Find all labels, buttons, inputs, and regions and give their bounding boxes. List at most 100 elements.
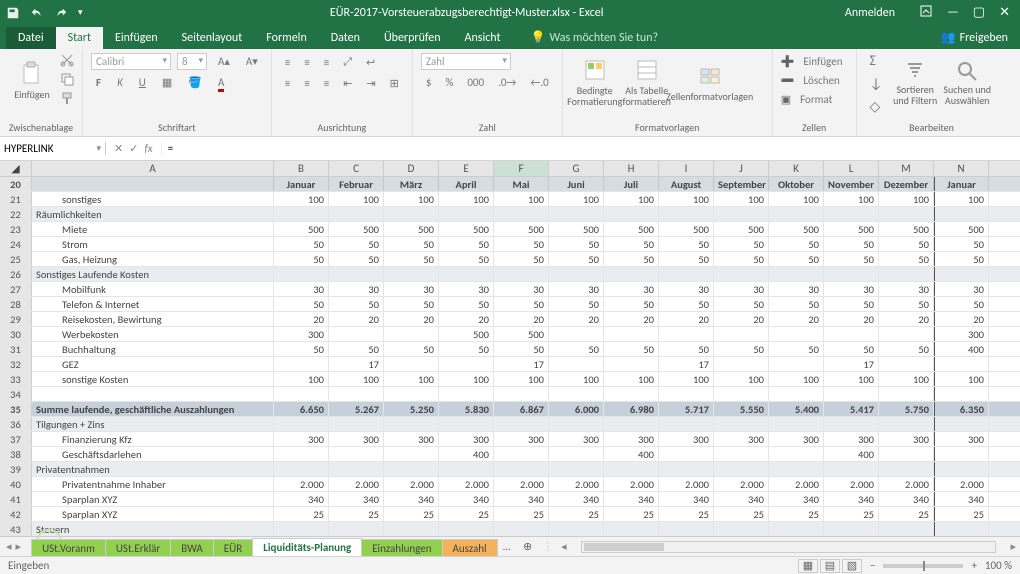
cell[interactable]: 400 xyxy=(604,447,659,461)
cell[interactable] xyxy=(384,207,439,221)
cell[interactable]: 50 xyxy=(934,252,989,266)
cell[interactable]: 50 xyxy=(879,297,934,311)
cell[interactable]: 100 xyxy=(439,192,494,206)
cell[interactable]: Strom xyxy=(32,237,274,251)
italic-button[interactable]: K xyxy=(112,74,128,91)
cell[interactable]: 340 xyxy=(494,492,549,506)
row-header[interactable]: 33 xyxy=(0,372,32,386)
cell[interactable] xyxy=(934,207,989,221)
cell[interactable]: 340 xyxy=(274,492,329,506)
cell[interactable] xyxy=(384,522,439,536)
cell[interactable]: 100 xyxy=(659,192,714,206)
cell[interactable]: 50 xyxy=(494,297,549,311)
cell[interactable] xyxy=(879,267,934,281)
minimize-icon[interactable]: — xyxy=(947,5,959,20)
align-middle-icon[interactable]: ≡ xyxy=(299,54,314,71)
sheet-nav-prev-icon[interactable]: ▸ xyxy=(16,540,22,553)
row-header[interactable]: 40 xyxy=(0,477,32,491)
enter-formula-icon[interactable]: ✓ xyxy=(129,142,138,155)
cell[interactable] xyxy=(384,417,439,431)
cell[interactable]: 500 xyxy=(934,222,989,236)
cell[interactable]: Privatentnahmen xyxy=(32,462,274,476)
cell[interactable]: 50 xyxy=(934,237,989,251)
col-header-D[interactable]: D xyxy=(384,161,439,176)
cell[interactable] xyxy=(384,267,439,281)
format-painter-icon[interactable] xyxy=(60,91,74,108)
cell[interactable]: 2.000 xyxy=(329,477,384,491)
cell[interactable]: Sparplan XYZ xyxy=(32,492,274,506)
cell[interactable]: 20 xyxy=(274,312,329,326)
cell[interactable] xyxy=(769,327,824,341)
cell[interactable]: 50 xyxy=(549,297,604,311)
font-name-select[interactable]: Calibri xyxy=(91,53,171,70)
increase-font-icon[interactable]: A▴ xyxy=(213,53,235,70)
cell[interactable] xyxy=(934,447,989,461)
cell[interactable] xyxy=(769,462,824,476)
col-header-I[interactable]: I xyxy=(659,161,714,176)
cell[interactable]: Gas, Heizung xyxy=(32,252,274,266)
tell-me-box[interactable]: 💡 Was möchten Sie tun? xyxy=(519,26,671,49)
sheet-tab-ust-erkl-r[interactable]: USt.Erklär xyxy=(105,539,171,557)
cell[interactable] xyxy=(659,462,714,476)
cell[interactable]: 340 xyxy=(384,492,439,506)
cell[interactable]: 100 xyxy=(329,372,384,386)
cell[interactable]: 6.650 xyxy=(274,402,329,416)
cell[interactable]: 50 xyxy=(769,297,824,311)
close-icon[interactable]: ✕ xyxy=(999,5,1010,20)
cell[interactable]: 50 xyxy=(769,252,824,266)
cell[interactable]: 5.400 xyxy=(769,402,824,416)
cell[interactable]: 500 xyxy=(879,222,934,236)
cell[interactable]: 50 xyxy=(274,237,329,251)
cell[interactable]: 50 xyxy=(879,252,934,266)
cell[interactable] xyxy=(549,522,604,536)
cell[interactable] xyxy=(714,462,769,476)
cell[interactable]: 25 xyxy=(769,507,824,521)
cell[interactable] xyxy=(659,327,714,341)
cell[interactable] xyxy=(604,267,659,281)
cell[interactable]: 17 xyxy=(659,357,714,371)
cell[interactable] xyxy=(549,462,604,476)
row-header[interactable]: 21 xyxy=(0,192,32,206)
cell[interactable]: 300 xyxy=(274,432,329,446)
new-sheet-icon[interactable]: ⊕ xyxy=(517,538,538,555)
cell[interactable] xyxy=(494,462,549,476)
cell[interactable]: 50 xyxy=(549,342,604,356)
percent-icon[interactable]: % xyxy=(440,74,458,91)
cell[interactable] xyxy=(879,357,934,371)
cell[interactable] xyxy=(274,387,329,401)
cell[interactable] xyxy=(879,327,934,341)
cell[interactable] xyxy=(439,462,494,476)
sheet-tab-einzahlungen[interactable]: Einzahlungen xyxy=(361,539,442,557)
cell[interactable]: 300 xyxy=(659,432,714,446)
tab-ansicht[interactable]: Ansicht xyxy=(453,27,513,49)
undo-icon[interactable] xyxy=(30,6,44,20)
col-header-H[interactable]: H xyxy=(604,161,659,176)
cell[interactable]: 50 xyxy=(494,252,549,266)
cell[interactable]: 100 xyxy=(659,372,714,386)
save-icon[interactable] xyxy=(6,6,20,20)
cell[interactable]: 50 xyxy=(769,237,824,251)
cell[interactable] xyxy=(494,447,549,461)
row-header[interactable]: 20 xyxy=(0,177,32,191)
cell[interactable]: 500 xyxy=(384,222,439,236)
cell[interactable] xyxy=(879,387,934,401)
cell[interactable] xyxy=(549,357,604,371)
cell[interactable]: 300 xyxy=(604,432,659,446)
cell[interactable]: 25 xyxy=(274,507,329,521)
cell[interactable]: 100 xyxy=(934,372,989,386)
sheet-tab-auszahl[interactable]: Auszahl xyxy=(442,539,498,557)
cell[interactable]: 25 xyxy=(659,507,714,521)
find-select-button[interactable]: Suchen und Auswählen xyxy=(943,60,991,106)
cell[interactable] xyxy=(604,327,659,341)
cell[interactable] xyxy=(329,462,384,476)
row-header[interactable]: 32 xyxy=(0,357,32,371)
cell[interactable]: 100 xyxy=(604,192,659,206)
cell[interactable]: 25 xyxy=(824,507,879,521)
zoom-out-icon[interactable]: − xyxy=(870,559,875,572)
cell[interactable]: 50 xyxy=(604,237,659,251)
cell[interactable] xyxy=(549,387,604,401)
cell[interactable]: 30 xyxy=(384,282,439,296)
cell[interactable] xyxy=(934,417,989,431)
cell[interactable]: 500 xyxy=(549,222,604,236)
cell[interactable]: 100 xyxy=(494,192,549,206)
